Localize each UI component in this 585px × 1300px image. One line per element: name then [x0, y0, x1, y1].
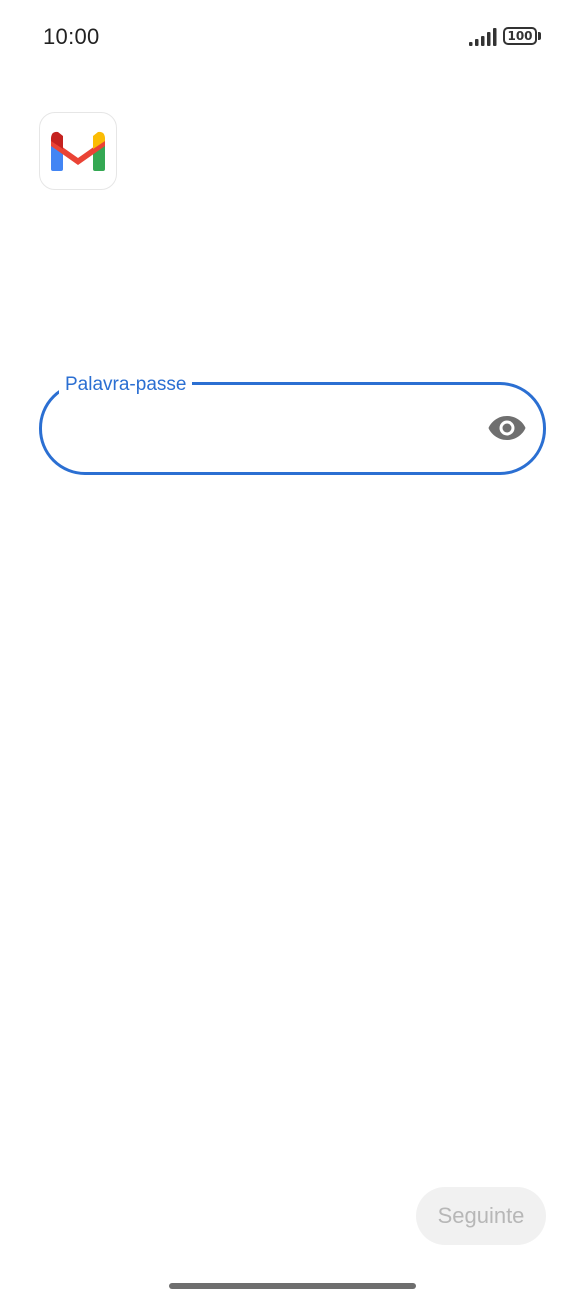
show-password-button[interactable]: [487, 410, 527, 446]
battery-icon: 100: [503, 27, 537, 45]
password-input[interactable]: [66, 404, 466, 452]
gmail-logo-icon: [51, 131, 105, 171]
next-button[interactable]: Seguinte: [416, 1187, 546, 1245]
password-label: Palavra-passe: [59, 372, 193, 398]
battery-nub: [538, 32, 541, 40]
password-screen: 10:00 100 Palavra-passe Seguinte: [0, 0, 585, 1300]
battery-level: 100: [507, 29, 533, 43]
status-time: 10:00: [43, 24, 100, 49]
gmail-logo: [39, 112, 117, 190]
cellular-signal-icon: [469, 28, 497, 46]
home-indicator[interactable]: [169, 1283, 416, 1289]
eye-icon: [488, 416, 526, 440]
